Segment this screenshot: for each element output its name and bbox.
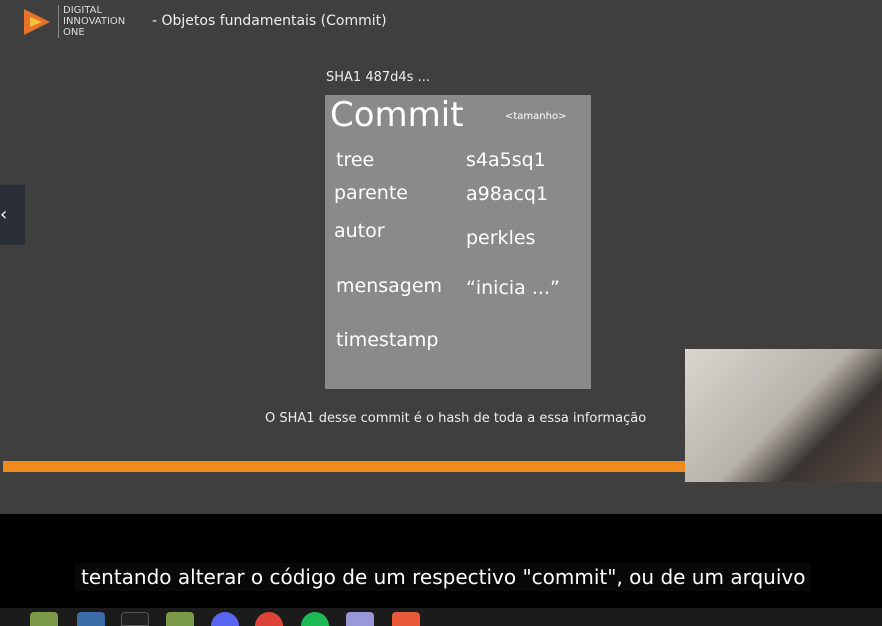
- field-value: s4a5sq1: [466, 149, 546, 171]
- commit-box: Commit <tamanho> tree s4a5sq1 parente a9…: [325, 95, 591, 389]
- sha-label: SHA1 487d4s ...: [326, 70, 430, 85]
- field-value: “inicia ...”: [466, 277, 560, 299]
- commit-title: Commit: [330, 95, 464, 135]
- video-slide: DIGITAL INNOVATION ONE - Objetos fundament…: [0, 0, 882, 514]
- field-key: mensagem: [336, 275, 443, 297]
- screenshot-icon[interactable]: [77, 612, 105, 626]
- field-key: autor: [334, 220, 385, 242]
- field-value: a98acq1: [466, 183, 549, 205]
- field-key: parente: [334, 182, 408, 204]
- field-key: tree: [336, 149, 375, 171]
- brand-text: DIGITAL INNOVATION ONE: [58, 5, 125, 38]
- size-label: <tamanho>: [505, 111, 567, 122]
- folder-icon[interactable]: [166, 612, 194, 626]
- editor-icon[interactable]: [346, 612, 374, 626]
- subtitle: tentando alterar o código de um respecti…: [75, 563, 812, 591]
- webcam-overlay: [685, 349, 882, 482]
- dio-logo-icon: [24, 9, 50, 35]
- back-button[interactable]: ‹: [0, 185, 25, 245]
- terminal-icon[interactable]: [121, 612, 149, 626]
- app-icon[interactable]: [392, 612, 420, 626]
- caption: O SHA1 desse commit é o hash de toda a e…: [265, 411, 647, 426]
- slide-title: - Objetos fundamentais (Commit): [152, 13, 387, 29]
- field-value: perkles: [466, 227, 536, 249]
- files-icon[interactable]: [30, 612, 58, 626]
- field-key: timestamp: [336, 329, 439, 351]
- progress-bar[interactable]: [3, 461, 693, 472]
